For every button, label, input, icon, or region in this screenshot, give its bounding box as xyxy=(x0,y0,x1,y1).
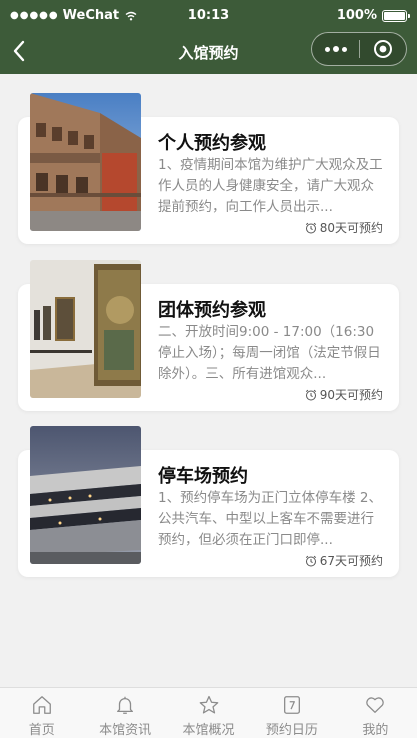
tab-label: 预约日历 xyxy=(265,723,318,738)
tab-bar: 首页 本馆资讯 本馆概况 预约日历 我的 xyxy=(0,687,417,738)
battery-status: 100% xyxy=(336,8,410,23)
alarm-clock-icon xyxy=(305,555,316,566)
page-title: 入馆预约 xyxy=(178,44,239,62)
alarm-clock-icon xyxy=(305,389,316,400)
tab-label: 本馆资讯 xyxy=(99,723,152,738)
tab-news[interactable]: 本馆资讯 xyxy=(83,688,166,738)
booking-days: 80天可预约 xyxy=(305,219,383,236)
status-bar: ●●●●● WeChat 10:13 100% xyxy=(0,0,417,30)
alarm-clock-icon xyxy=(305,222,316,233)
home-icon xyxy=(32,696,51,714)
star-icon xyxy=(199,695,218,714)
gallery-paintings-image xyxy=(30,260,141,398)
battery-icon xyxy=(382,9,410,22)
target-close-icon xyxy=(373,40,392,58)
back-button[interactable] xyxy=(8,38,30,64)
card-title: 团体预约参观 xyxy=(158,300,266,321)
chevron-left-icon xyxy=(13,40,25,62)
tab-calendar[interactable]: 预约日历 xyxy=(250,688,333,738)
card-description: 1、疫情期间本馆为维护广大观众及工作人员的人身健康安全，请广大观众提前预约，向工… xyxy=(158,157,383,215)
top-bar: ●●●●● WeChat 10:13 100% 入馆预约 xyxy=(0,0,417,74)
tab-label: 首页 xyxy=(28,723,55,738)
tab-mine[interactable]: 我的 xyxy=(334,688,417,738)
heart-icon xyxy=(366,697,385,713)
calendar-icon xyxy=(283,696,300,714)
more-dot-icon xyxy=(332,46,339,52)
museum-building-image xyxy=(30,93,141,231)
booking-days: 90天可预约 xyxy=(305,386,383,403)
booking-days: 67天可预约 xyxy=(305,552,383,569)
booking-days-label: 67天可预约 xyxy=(319,554,383,568)
card-description: 1、预约停车场为正门立体停车楼 2、公共汽车、中型以上客车不需要进行预约，但必须… xyxy=(158,490,382,548)
card-title: 停车场预约 xyxy=(158,466,248,487)
tab-label: 我的 xyxy=(362,723,389,738)
tab-label: 本馆概况 xyxy=(182,723,235,738)
tab-home[interactable]: 首页 xyxy=(0,688,83,738)
bell-icon xyxy=(117,696,134,714)
miniprogram-capsule xyxy=(311,32,407,66)
tab-overview[interactable]: 本馆概况 xyxy=(167,688,250,738)
more-dot-icon xyxy=(324,46,330,52)
parking-building-image xyxy=(30,426,141,564)
card-description: 二、开放时间9:00 - 17:00（16:30停止入场）；每周一闭馆（法定节假… xyxy=(158,324,381,382)
more-dot-icon xyxy=(341,46,347,52)
close-miniprogram-button[interactable] xyxy=(360,33,406,65)
more-button[interactable] xyxy=(312,33,359,65)
battery-percent: 100% xyxy=(336,8,377,23)
booking-days-label: 80天可预约 xyxy=(319,221,383,235)
card-title: 个人预约参观 xyxy=(158,133,266,154)
booking-days-label: 90天可预约 xyxy=(319,388,383,402)
